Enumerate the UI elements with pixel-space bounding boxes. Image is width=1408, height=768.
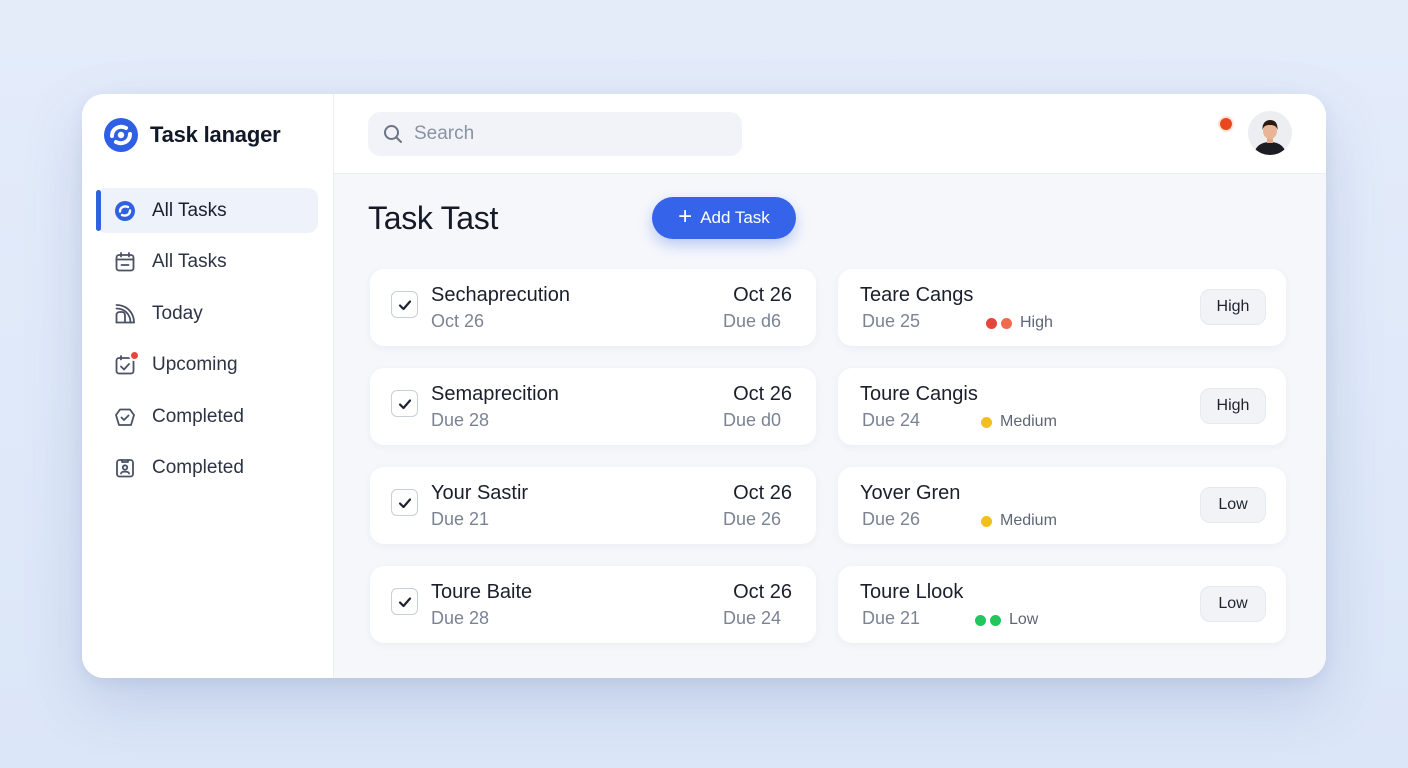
task-card[interactable]: Teare Cangs Due 25 High High [838, 269, 1286, 346]
task-card[interactable]: Your Sastir Due 21 Oct 26 Due 26 [370, 467, 816, 544]
check-icon [398, 497, 411, 508]
task-card[interactable]: Toure Cangis Due 24 Medium High [838, 368, 1286, 445]
task-date: Oct 26 [733, 284, 792, 306]
search-input[interactable] [414, 123, 714, 145]
priority-badge[interactable]: High [1200, 388, 1266, 424]
sidebar-item-label: Completed [152, 405, 244, 427]
task-checkbox[interactable] [391, 489, 418, 516]
task-card[interactable]: Semaprecition Due 28 Oct 26 Due d0 [370, 368, 816, 445]
priority-label: Low [1009, 611, 1039, 628]
priority-indicator: Medium [981, 512, 1057, 530]
sidebar-item-upcoming[interactable]: Upcoming [96, 343, 318, 388]
task-due: Due d6 [722, 311, 781, 331]
priority-indicator: High [986, 314, 1053, 332]
search-box[interactable] [368, 112, 742, 156]
main-content: Task Tast + Add Task Sechaprecution Oct … [334, 94, 1326, 678]
add-task-button[interactable]: + Add Task [652, 197, 796, 239]
task-title: Toure Cangis [860, 383, 978, 405]
clipboard-user-icon [114, 457, 136, 479]
task-due: Due d0 [722, 410, 781, 430]
priority-badge[interactable]: Low [1200, 586, 1266, 622]
priority-label: High [1020, 314, 1053, 331]
task-due: Due 24 [862, 410, 921, 430]
brand-swirl-icon [114, 200, 136, 222]
priority-dot [981, 416, 992, 428]
task-title: Toure Llook [860, 581, 964, 603]
task-subtitle: Due 28 [431, 410, 490, 430]
task-date: Oct 26 [733, 383, 792, 405]
task-due: Due 21 [862, 608, 921, 628]
task-date: Oct 26 [733, 581, 792, 603]
brand-logo-icon [104, 118, 138, 152]
sidebar-nav: All Tasks All Tasks Today Upcoming Compl… [96, 188, 318, 497]
search-icon [384, 125, 402, 143]
task-card[interactable]: Yover Gren Due 26 Medium Low [838, 467, 1286, 544]
priority-indicator: Medium [981, 413, 1057, 431]
sidebar-item-completed-2[interactable]: Completed [96, 446, 318, 491]
sidebar-item-label: Upcoming [152, 354, 238, 375]
notification-indicator[interactable] [1220, 118, 1232, 130]
priority-indicator: Low [975, 611, 1038, 629]
task-title: Semaprecition [431, 383, 559, 405]
task-due: Due 26 [722, 509, 781, 529]
priority-label: Medium [1000, 413, 1057, 430]
app-title: Task lanager [150, 122, 281, 147]
sidebar-item-all-tasks-2[interactable]: All Tasks [96, 240, 318, 285]
task-card[interactable]: Toure Baite Due 28 Oct 26 Due 24 [370, 566, 816, 643]
sidebar-item-today[interactable]: Today [96, 291, 318, 336]
task-due: Due 24 [722, 608, 781, 628]
check-icon [398, 398, 411, 409]
priority-dot [1001, 317, 1012, 329]
notification-dot [129, 350, 140, 361]
priority-dot [981, 515, 992, 527]
check-icon [398, 596, 411, 607]
task-title: Teare Cangs [860, 284, 974, 306]
app-window: Task lanager All Tasks All Tasks Today U… [82, 94, 1326, 678]
sidebar: Task lanager All Tasks All Tasks Today U… [82, 94, 334, 678]
priority-dot [986, 317, 997, 329]
task-title: Toure Baite [431, 581, 533, 603]
calendar-icon [114, 251, 136, 273]
top-bar [334, 94, 1326, 174]
brand[interactable]: Task lanager [102, 116, 281, 154]
task-subtitle: Due 28 [431, 608, 490, 628]
add-task-label: Add Task [700, 208, 770, 227]
page-title: Task Tast [368, 200, 499, 236]
sidebar-item-completed[interactable]: Completed [96, 394, 318, 439]
task-title: Your Sastir [431, 482, 529, 504]
sidebar-item-label: Completed [152, 457, 244, 478]
sidebar-item-all-tasks[interactable]: All Tasks [96, 188, 318, 233]
task-checkbox[interactable] [391, 291, 418, 318]
priority-label: Medium [1000, 512, 1057, 529]
priority-badge[interactable]: High [1200, 289, 1266, 325]
task-date: Oct 26 [733, 482, 792, 504]
plus-icon: + [678, 203, 693, 230]
clock-check-icon [114, 406, 136, 428]
task-card[interactable]: Toure Llook Due 21 Low Low [838, 566, 1286, 643]
priority-badge[interactable]: Low [1200, 487, 1266, 523]
task-due: Due 25 [862, 311, 921, 331]
check-icon [398, 299, 411, 310]
user-avatar[interactable] [1248, 111, 1292, 155]
priority-dot [990, 614, 1001, 626]
task-checkbox[interactable] [391, 390, 418, 417]
task-card[interactable]: Sechaprecution Oct 26 Oct 26 Due d6 [370, 269, 816, 346]
sidebar-item-label: All Tasks [152, 251, 227, 272]
task-title: Yover Gren [860, 482, 961, 504]
sidebar-item-label: All Tasks [152, 199, 227, 221]
signal-icon [114, 303, 136, 325]
task-checkbox[interactable] [391, 588, 418, 615]
sidebar-item-label: Today [152, 302, 203, 324]
task-subtitle: Due 21 [431, 509, 490, 529]
calendar-check-icon [114, 350, 140, 376]
task-due: Due 26 [862, 509, 921, 529]
priority-dot [975, 614, 986, 626]
task-subtitle: Oct 26 [431, 311, 485, 331]
task-title: Sechaprecution [431, 284, 570, 306]
